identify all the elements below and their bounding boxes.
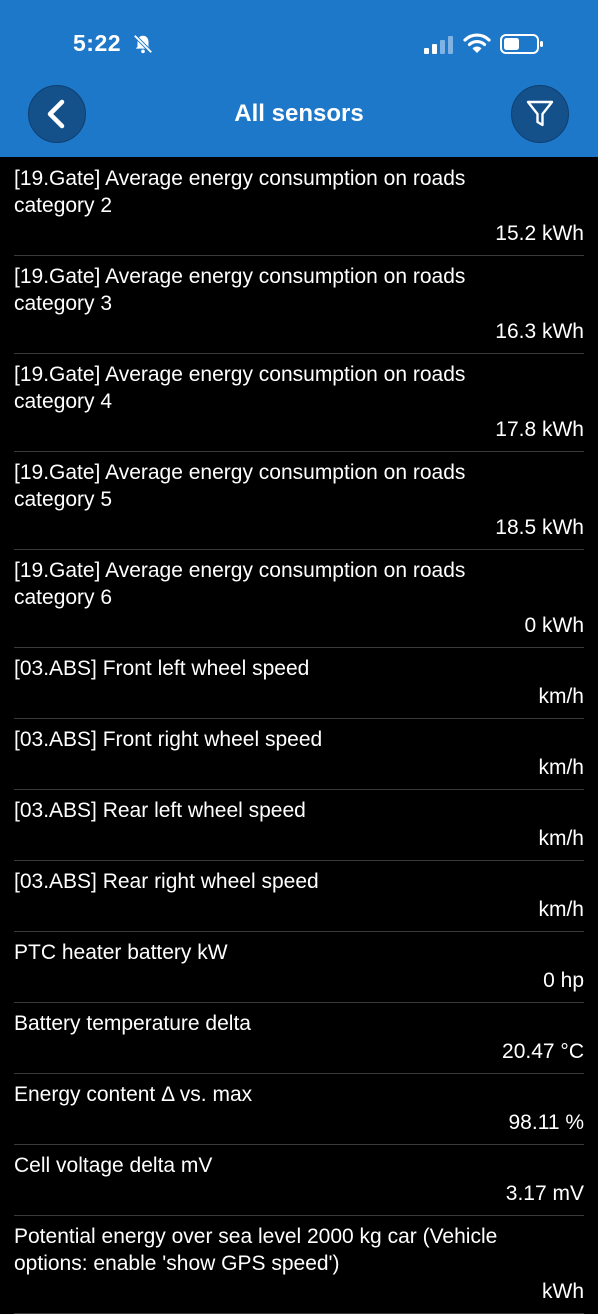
sensor-label: Potential energy over sea level 2000 kg …	[14, 1225, 498, 1275]
sensor-label: [19.Gate] Average energy consumption on …	[14, 559, 466, 609]
sensor-value: 3.17 mV	[505, 1182, 584, 1205]
sensor-row[interactable]: [03.ABS] Front right wheel speed km/h	[14, 719, 584, 790]
sensor-label: Energy content Δ vs. max	[14, 1083, 253, 1106]
sensor-label: [03.ABS] Rear right wheel speed	[14, 870, 319, 893]
sensor-row[interactable]: Cell voltage delta mV 3.17 mV	[14, 1145, 584, 1216]
sensor-value: 20.47 °C	[502, 1040, 584, 1063]
filter-button[interactable]	[511, 85, 569, 143]
sensor-value: 16.3 kWh	[495, 320, 584, 343]
bell-slash-icon	[133, 34, 153, 54]
sensor-value: 15.2 kWh	[495, 222, 584, 245]
status-bar: 5:22	[0, 0, 598, 90]
sensor-row[interactable]: [19.Gate] Average energy consumption on …	[14, 256, 584, 354]
sensor-label: Cell voltage delta mV	[14, 1154, 213, 1177]
sensor-row[interactable]: [19.Gate] Average energy consumption on …	[14, 550, 584, 648]
sensor-row[interactable]: Potential energy over sea level 2000 kg …	[14, 1216, 584, 1314]
cellular-signal-icon	[424, 36, 453, 54]
sensor-row[interactable]: Energy content Δ vs. max 98.11 %	[14, 1074, 584, 1145]
sensor-value: 98.11 %	[508, 1111, 585, 1134]
wifi-icon	[463, 33, 491, 53]
sensor-row[interactable]: [03.ABS] Front left wheel speed km/h	[14, 648, 584, 719]
sensor-label: Battery temperature delta	[14, 1012, 251, 1035]
sensor-value: km/h	[538, 756, 584, 779]
sensor-label: [19.Gate] Average energy consumption on …	[14, 363, 466, 413]
sensor-label: [03.ABS] Front right wheel speed	[14, 728, 323, 751]
header-bar: 5:22 All sensors	[0, 0, 598, 157]
sensor-row[interactable]: [19.Gate] Average energy consumption on …	[14, 452, 584, 550]
sensor-row[interactable]: [03.ABS] Rear left wheel speed km/h	[14, 790, 584, 861]
page-title: All sensors	[234, 100, 364, 127]
sensor-row[interactable]: PTC heater battery kW 0 hp	[14, 932, 584, 1003]
sensor-label: PTC heater battery kW	[14, 941, 228, 964]
sensor-label: [19.Gate] Average energy consumption on …	[14, 461, 466, 511]
sensor-value: km/h	[538, 898, 584, 921]
sensor-label: [03.ABS] Front left wheel speed	[14, 657, 310, 680]
sensor-value: 17.8 kWh	[495, 418, 584, 441]
filter-funnel-icon	[526, 100, 554, 127]
sensor-label: [19.Gate] Average energy consumption on …	[14, 167, 466, 217]
sensor-row[interactable]: [03.ABS] Rear right wheel speed km/h	[14, 861, 584, 932]
sensor-value: 0 hp	[543, 969, 584, 992]
sensor-label: [19.Gate] Average energy consumption on …	[14, 265, 466, 315]
sensor-row[interactable]: Battery temperature delta 20.47 °C	[14, 1003, 584, 1074]
sensor-label: [03.ABS] Rear left wheel speed	[14, 799, 306, 822]
sensor-value: kWh	[542, 1280, 584, 1303]
sensor-value: km/h	[538, 685, 584, 708]
sensor-value: 0 kWh	[524, 614, 584, 637]
sensor-value: 18.5 kWh	[495, 516, 584, 539]
sensor-row[interactable]: [19.Gate] Average energy consumption on …	[14, 158, 584, 256]
status-time: 5:22	[73, 30, 122, 56]
sensor-list[interactable]: [19.Gate] Average energy consumption on …	[0, 158, 598, 1314]
battery-icon	[500, 34, 543, 54]
sensor-value: km/h	[538, 827, 584, 850]
sensor-row[interactable]: [19.Gate] Average energy consumption on …	[14, 354, 584, 452]
